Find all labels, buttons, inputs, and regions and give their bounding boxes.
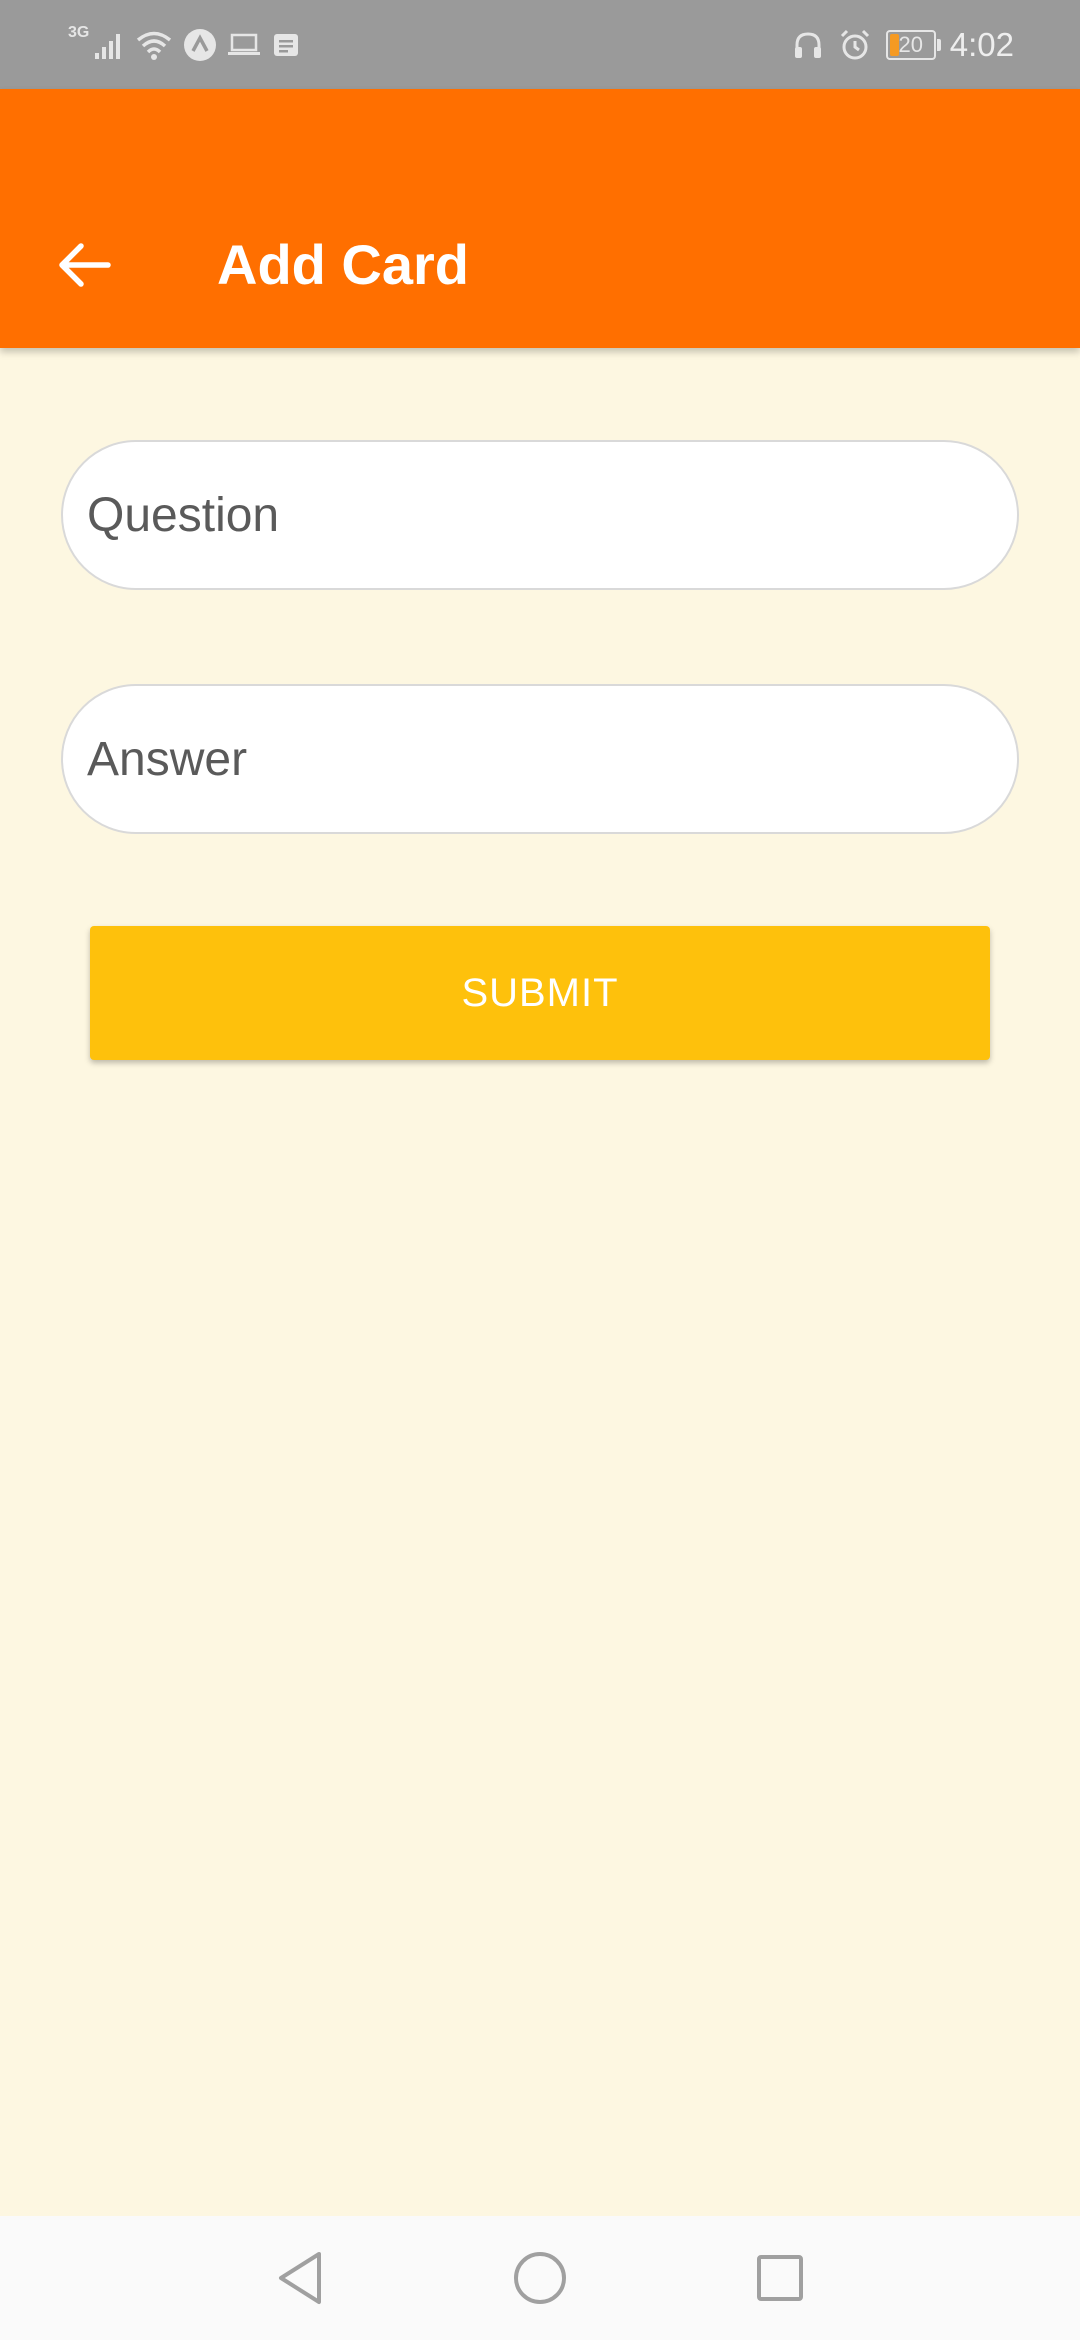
alarm-icon: [840, 29, 869, 60]
app-notification-icon: [184, 29, 217, 61]
submit-button[interactable]: SUBMIT: [90, 926, 990, 1060]
app-bar: [0, 89, 1080, 348]
question-input[interactable]: [61, 440, 1019, 590]
nav-recents-button[interactable]: [750, 2248, 810, 2308]
back-button[interactable]: [50, 225, 120, 305]
headphones-icon: [794, 32, 821, 58]
nav-back-button[interactable]: [270, 2248, 330, 2308]
recents-square-icon: [757, 2255, 803, 2301]
home-circle-icon: [514, 2252, 566, 2304]
wifi-icon: [137, 31, 172, 60]
battery-icon: 20: [885, 30, 941, 60]
network-type-label: 3G: [68, 24, 90, 41]
nav-home-button[interactable]: [510, 2248, 570, 2308]
status-left-icons: 3G: [68, 22, 301, 68]
answer-input[interactable]: [61, 684, 1019, 834]
clock-time: 4:02: [949, 26, 1014, 63]
system-nav-bar: [0, 2216, 1080, 2340]
status-right-icons: 20 4:02: [792, 22, 1014, 68]
page-title: Add Card: [217, 233, 469, 296]
battery-level-label: 20: [898, 32, 923, 57]
arrow-back-icon: [59, 243, 111, 287]
message-icon: [274, 34, 299, 56]
status-bar: 3G 20 4:02: [0, 0, 1080, 89]
battery-level-fill: [889, 34, 899, 56]
signal-icon: [95, 34, 121, 59]
laptop-icon: [228, 33, 261, 55]
back-triangle-icon: [279, 2252, 321, 2304]
